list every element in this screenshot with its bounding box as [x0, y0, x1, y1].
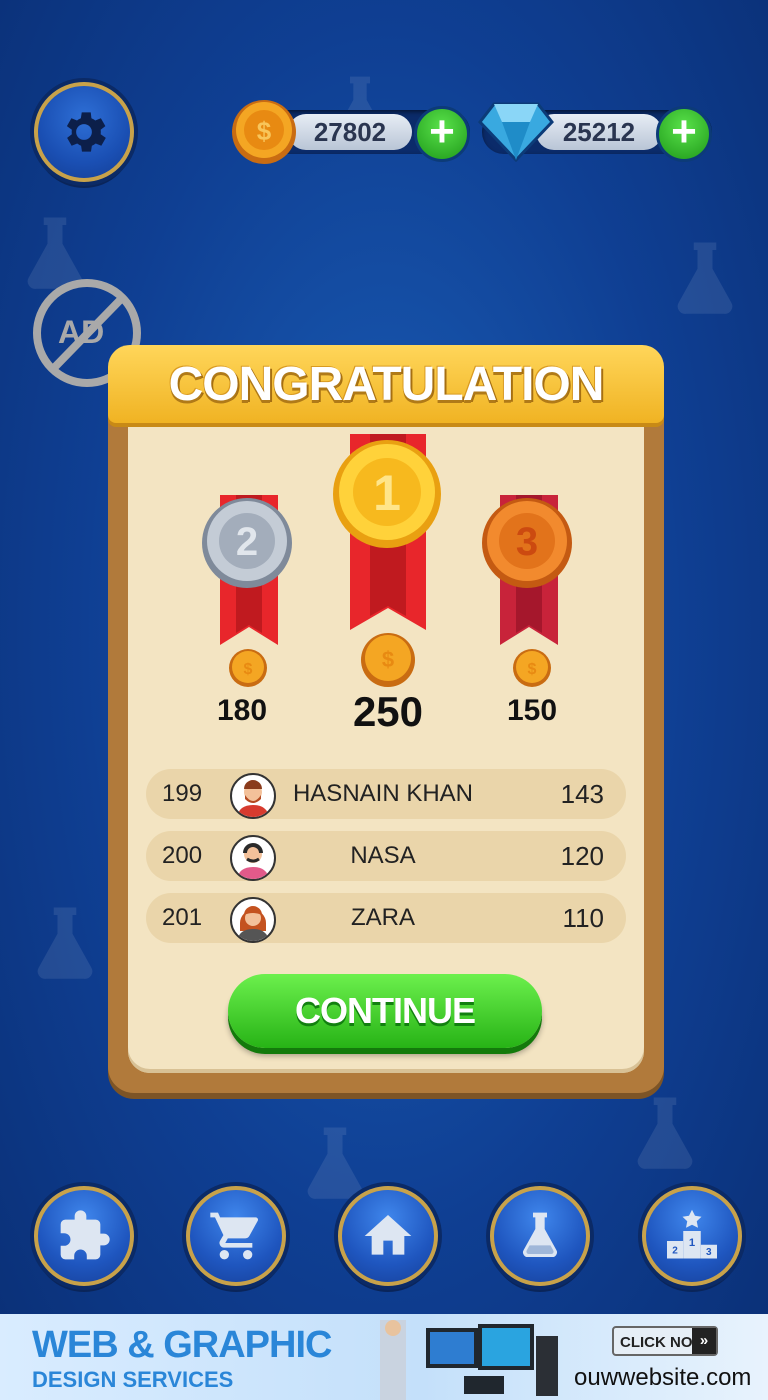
- row-name: HASNAIN KHAN: [292, 780, 474, 807]
- background-flask-icon: [37, 907, 93, 979]
- silver-medal-icon: 2: [202, 498, 292, 588]
- ad-headline: WEB & GRAPHIC: [32, 1324, 332, 1366]
- row-score: 120: [560, 841, 604, 871]
- row-name: NASA: [350, 842, 416, 869]
- bronze-rank-label: 3: [516, 520, 538, 564]
- nav-home-button[interactable]: [338, 1186, 438, 1286]
- svg-text:$: $: [528, 661, 537, 678]
- title-banner: CONGRATULATION: [108, 345, 664, 423]
- double-chevron-right-icon: »: [692, 1328, 716, 1354]
- continue-button[interactable]: CONTINUE: [228, 974, 542, 1048]
- nav-lab-button[interactable]: [490, 1186, 590, 1286]
- svg-text:3: 3: [706, 1247, 712, 1258]
- svg-text:$: $: [382, 647, 394, 672]
- cart-icon: [210, 1212, 259, 1260]
- bronze-medal-icon: 3: [482, 498, 572, 588]
- svg-text:1: 1: [689, 1237, 695, 1249]
- silver-rank-label: 2: [236, 520, 258, 564]
- first-place-score: 250: [352, 688, 424, 735]
- puzzle-icon: [60, 1210, 110, 1260]
- second-place-score: 180: [216, 694, 268, 727]
- svg-text:$: $: [244, 661, 253, 678]
- dialog-title: CONGRATULATION: [168, 357, 605, 411]
- ad-label: AD: [58, 314, 105, 350]
- gem-amount: 25212: [536, 114, 662, 150]
- background-flask-icon: [677, 242, 733, 314]
- coin-icon: $: [229, 649, 267, 687]
- continue-label: CONTINUE: [295, 990, 476, 1031]
- gold-medal-icon: 1: [333, 440, 441, 548]
- leaderboard-row: 200 NASA 120: [146, 831, 626, 881]
- svg-text:$: $: [257, 116, 272, 146]
- settings-button[interactable]: [34, 82, 134, 182]
- ad-subline: DESIGN SERVICES: [32, 1367, 234, 1392]
- row-name: ZARA: [350, 904, 415, 931]
- gold-rank-label: 1: [373, 465, 401, 521]
- row-score: 143: [560, 779, 604, 809]
- row-rank: 199: [162, 780, 203, 807]
- flask-icon: [523, 1212, 557, 1258]
- leaderboard-row: 199 HASNAIN KHAN 143: [146, 769, 626, 819]
- leaderboard-row: 201 ZARA 110: [146, 893, 626, 943]
- third-place-score: 150: [506, 694, 558, 727]
- row-rank: 201: [162, 904, 203, 931]
- row-score: 110: [562, 903, 604, 933]
- home-icon: [364, 1215, 412, 1255]
- diamond-icon: [478, 102, 554, 162]
- podium-icon: 12 3: [667, 1209, 717, 1259]
- nav-leaderboard-button[interactable]: 12 3: [642, 1186, 742, 1286]
- coin-icon: $: [232, 100, 296, 164]
- row-rank: 200: [162, 842, 203, 869]
- nav-shop-button[interactable]: [186, 1186, 286, 1286]
- nav-puzzle-button[interactable]: [34, 1186, 134, 1286]
- gear-icon: [66, 112, 106, 152]
- click-now-button[interactable]: CLICK NOW »: [612, 1326, 718, 1356]
- coin-icon: $: [361, 633, 415, 687]
- add-coins-button[interactable]: +: [414, 106, 470, 162]
- background-flask-icon: [637, 1097, 693, 1169]
- ad-url: ouwwebsite.com: [574, 1364, 752, 1391]
- computer-devices-icon: [380, 1320, 558, 1400]
- ad-banner[interactable]: WEB & GRAPHIC DESIGN SERVICES CLICK NOW …: [0, 1314, 768, 1400]
- add-gems-button[interactable]: +: [656, 106, 712, 162]
- coin-icon: $: [513, 649, 551, 687]
- coin-amount: 27802: [288, 114, 412, 150]
- svg-text:2: 2: [672, 1246, 678, 1257]
